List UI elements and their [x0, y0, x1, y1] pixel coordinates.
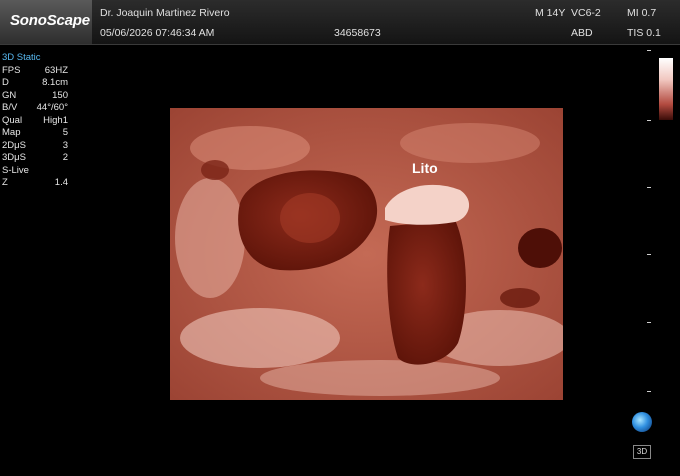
mechanical-index: MI 0.7 — [627, 7, 657, 19]
depth-tick — [647, 120, 651, 121]
patient-age: M 14Y — [535, 7, 566, 19]
depth-tick — [647, 322, 651, 323]
param-row: Z 1.4 — [2, 177, 68, 188]
param-row: S-Live — [2, 164, 29, 176]
depth-tick — [647, 391, 651, 392]
ultrasound-3d-render[interactable] — [170, 108, 563, 400]
doctor-name: Dr. Joaquin Martinez Rivero — [100, 7, 230, 19]
param-row: 3DμS 2 — [2, 152, 68, 163]
probe-model: VC6-2 — [571, 7, 601, 19]
depth-tick — [647, 254, 651, 255]
render-shapes — [170, 108, 563, 400]
imaging-mode: 3D Static — [2, 52, 41, 63]
param-row: B/V 44°/60° — [2, 102, 68, 113]
depth-tick — [647, 187, 651, 188]
logo-text: SonoScape — [10, 12, 90, 29]
patient-id: 34658673 — [334, 27, 381, 39]
imaging-parameters: 3D Static FPS 63HZ D 8.1cm GN 150 B/V 44°/60… — [2, 52, 68, 190]
param-row: D 8.1cm — [2, 77, 68, 88]
param-row: FPS 63HZ — [2, 64, 68, 76]
probe-orientation-icon — [632, 412, 652, 432]
thermal-index: TIS 0.1 — [627, 27, 661, 39]
mode-3d-icon: 3D — [633, 445, 651, 459]
header-bar: SonoScape Dr. Joaquin Martinez Rivero 05… — [0, 0, 680, 45]
depth-tick — [647, 50, 651, 51]
param-row: GN 150 — [2, 89, 68, 101]
exam-preset: ABD — [571, 27, 593, 39]
sonoscape-logo: SonoScape — [0, 0, 92, 44]
exam-datetime: 05/06/2026 07:46:34 AM — [100, 27, 215, 39]
lito-annotation: Lito — [412, 160, 438, 176]
param-row: 2DμS 3 — [2, 139, 68, 151]
param-row: Qual High1 — [2, 114, 68, 126]
param-row: Map 5 — [2, 127, 68, 138]
color-scale-bar — [659, 58, 673, 120]
